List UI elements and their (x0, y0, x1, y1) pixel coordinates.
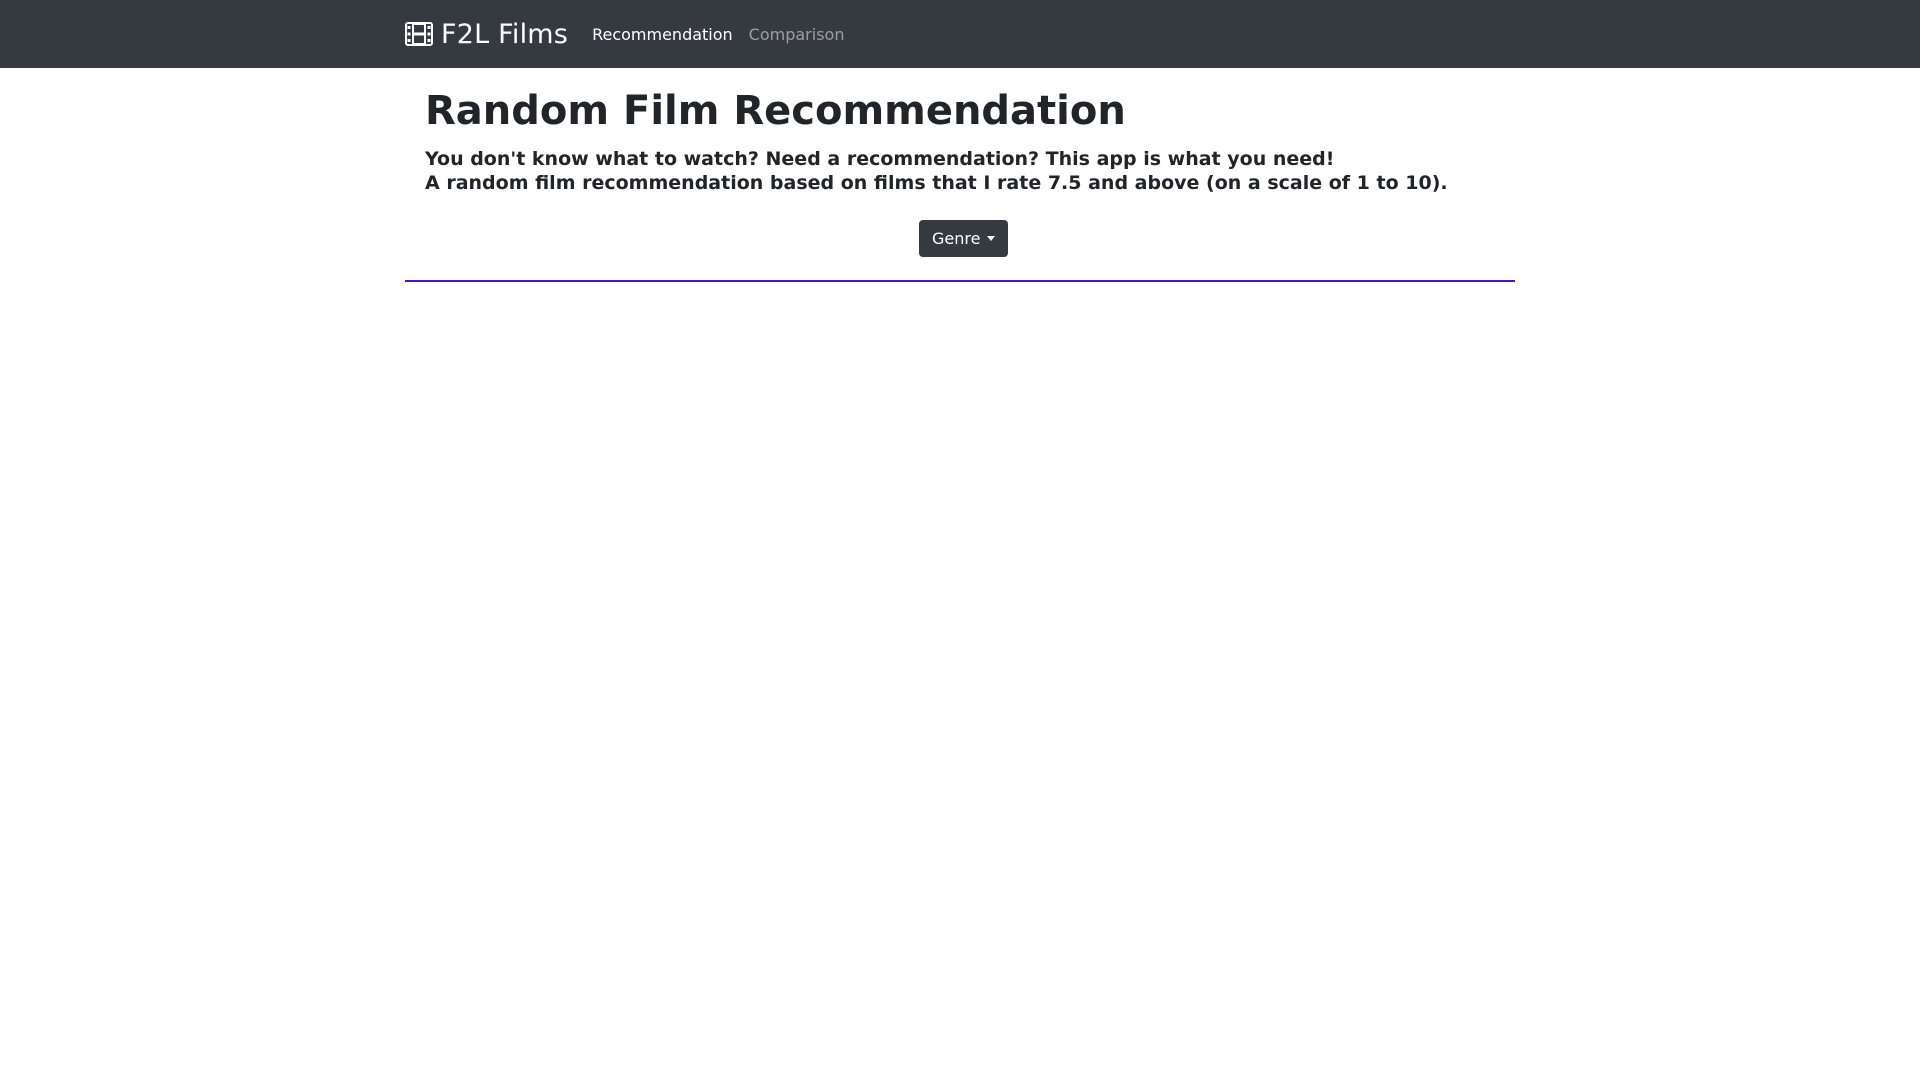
intro-line-1: You don't know what to watch? Need a rec… (425, 148, 1335, 170)
nav-link-comparison[interactable]: Comparison (749, 25, 845, 44)
genre-dropdown-button[interactable]: Genre (919, 220, 1009, 257)
navbar-content: F2L Films Recommendation Comparison (405, 0, 860, 68)
intro-text: You don't know what to watch? Need a rec… (425, 147, 1448, 195)
top-navbar: F2L Films Recommendation Comparison (0, 0, 1920, 68)
intro-line-2: A random film recommendation based on fi… (425, 172, 1448, 194)
section-divider (405, 280, 1515, 282)
brand-link[interactable]: F2L Films (405, 21, 568, 48)
genre-button-label: Genre (932, 229, 981, 248)
nav-link-recommendation[interactable]: Recommendation (592, 25, 733, 44)
genre-dropdown: Genre (919, 220, 1009, 257)
page-title: Random Film Recommendation (425, 88, 1126, 134)
film-icon (405, 22, 433, 46)
caret-down-icon (987, 236, 996, 241)
brand-name: F2L Films (441, 18, 569, 50)
